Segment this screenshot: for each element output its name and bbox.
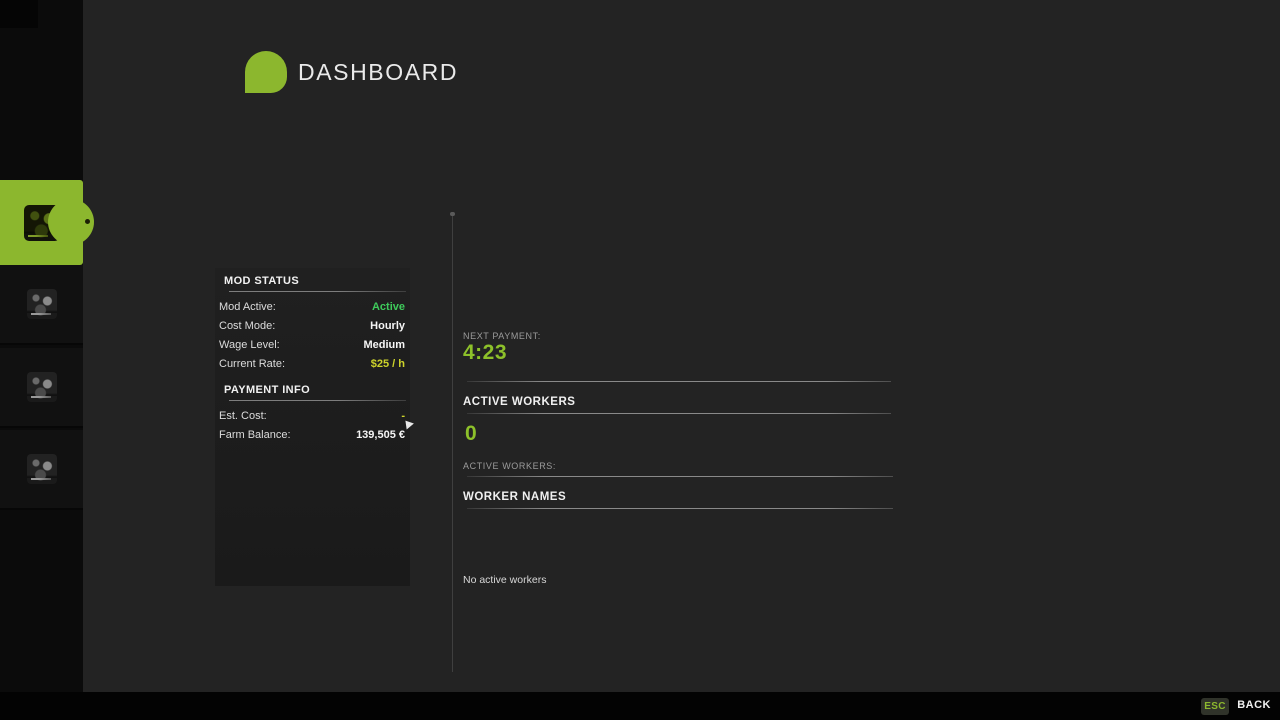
status-panel: MOD STATUS Mod Active: Active Cost Mode:… [215, 268, 410, 586]
est-cost-row: Est. Cost: - [219, 410, 405, 422]
no-workers-message: No active workers [463, 574, 546, 586]
mod-status-section: MOD STATUS Mod Active: Active Cost Mode:… [215, 268, 410, 370]
sidebar-item-mod-2[interactable] [0, 265, 83, 345]
active-workers-sublabel: ACTIVE WORKERS: [463, 461, 556, 471]
current-rate-value: $25 / h [371, 358, 405, 370]
selected-tab-dot-icon [85, 219, 90, 224]
cost-mode-row: Cost Mode: Hourly [219, 320, 405, 332]
page-title: DASHBOARD [298, 59, 458, 86]
mod-status-header: MOD STATUS [224, 268, 410, 287]
cost-mode-value: Hourly [370, 320, 405, 332]
mouse-cursor-icon [405, 419, 414, 429]
mod-active-label: Mod Active: [219, 301, 276, 313]
payment-info-section: PAYMENT INFO Est. Cost: - Farm Balance: … [215, 384, 410, 441]
back-button[interactable]: BACK [1237, 699, 1271, 711]
app-window: DASHBOARD MOD STATUS Mod Active: Active … [0, 0, 1280, 720]
active-workers-count: 0 [465, 422, 477, 446]
est-cost-label: Est. Cost: [219, 410, 267, 422]
leaf-logo-icon [245, 51, 287, 93]
divider [467, 476, 893, 477]
next-payment-value: 4:23 [463, 341, 507, 365]
divider [467, 381, 891, 382]
active-workers-header: ACTIVE WORKERS [463, 396, 575, 408]
mod-thumbnail-icon [27, 372, 57, 402]
farm-balance-row: Farm Balance: 139,505 € [219, 429, 405, 441]
mod-sidebar [0, 0, 83, 692]
footer-bar: ESC BACK [0, 692, 1280, 720]
divider [467, 508, 893, 509]
wage-level-value: Medium [363, 339, 405, 351]
farm-balance-label: Farm Balance: [219, 429, 291, 441]
sidebar-item-mod-3[interactable] [0, 348, 83, 428]
next-payment-label: NEXT PAYMENT: [463, 331, 541, 341]
divider [467, 413, 891, 414]
farm-balance-value: 139,505 € [356, 429, 405, 441]
current-rate-label: Current Rate: [219, 358, 285, 370]
mod-thumbnail-icon [27, 289, 57, 319]
worker-names-header: WORKER NAMES [463, 491, 566, 503]
cost-mode-label: Cost Mode: [219, 320, 275, 332]
sidebar-item-mod-4[interactable] [0, 430, 83, 510]
payment-info-header: PAYMENT INFO [224, 384, 410, 396]
top-left-corner [0, 0, 38, 28]
wage-level-row: Wage Level: Medium [219, 339, 405, 351]
esc-key-button[interactable]: ESC [1201, 698, 1229, 715]
wage-level-label: Wage Level: [219, 339, 280, 351]
mod-active-row: Mod Active: Active [219, 301, 405, 313]
mod-active-value: Active [372, 301, 405, 313]
current-rate-row: Current Rate: $25 / h [219, 358, 405, 370]
vertical-divider [452, 212, 453, 672]
mod-thumbnail-icon [27, 454, 57, 484]
